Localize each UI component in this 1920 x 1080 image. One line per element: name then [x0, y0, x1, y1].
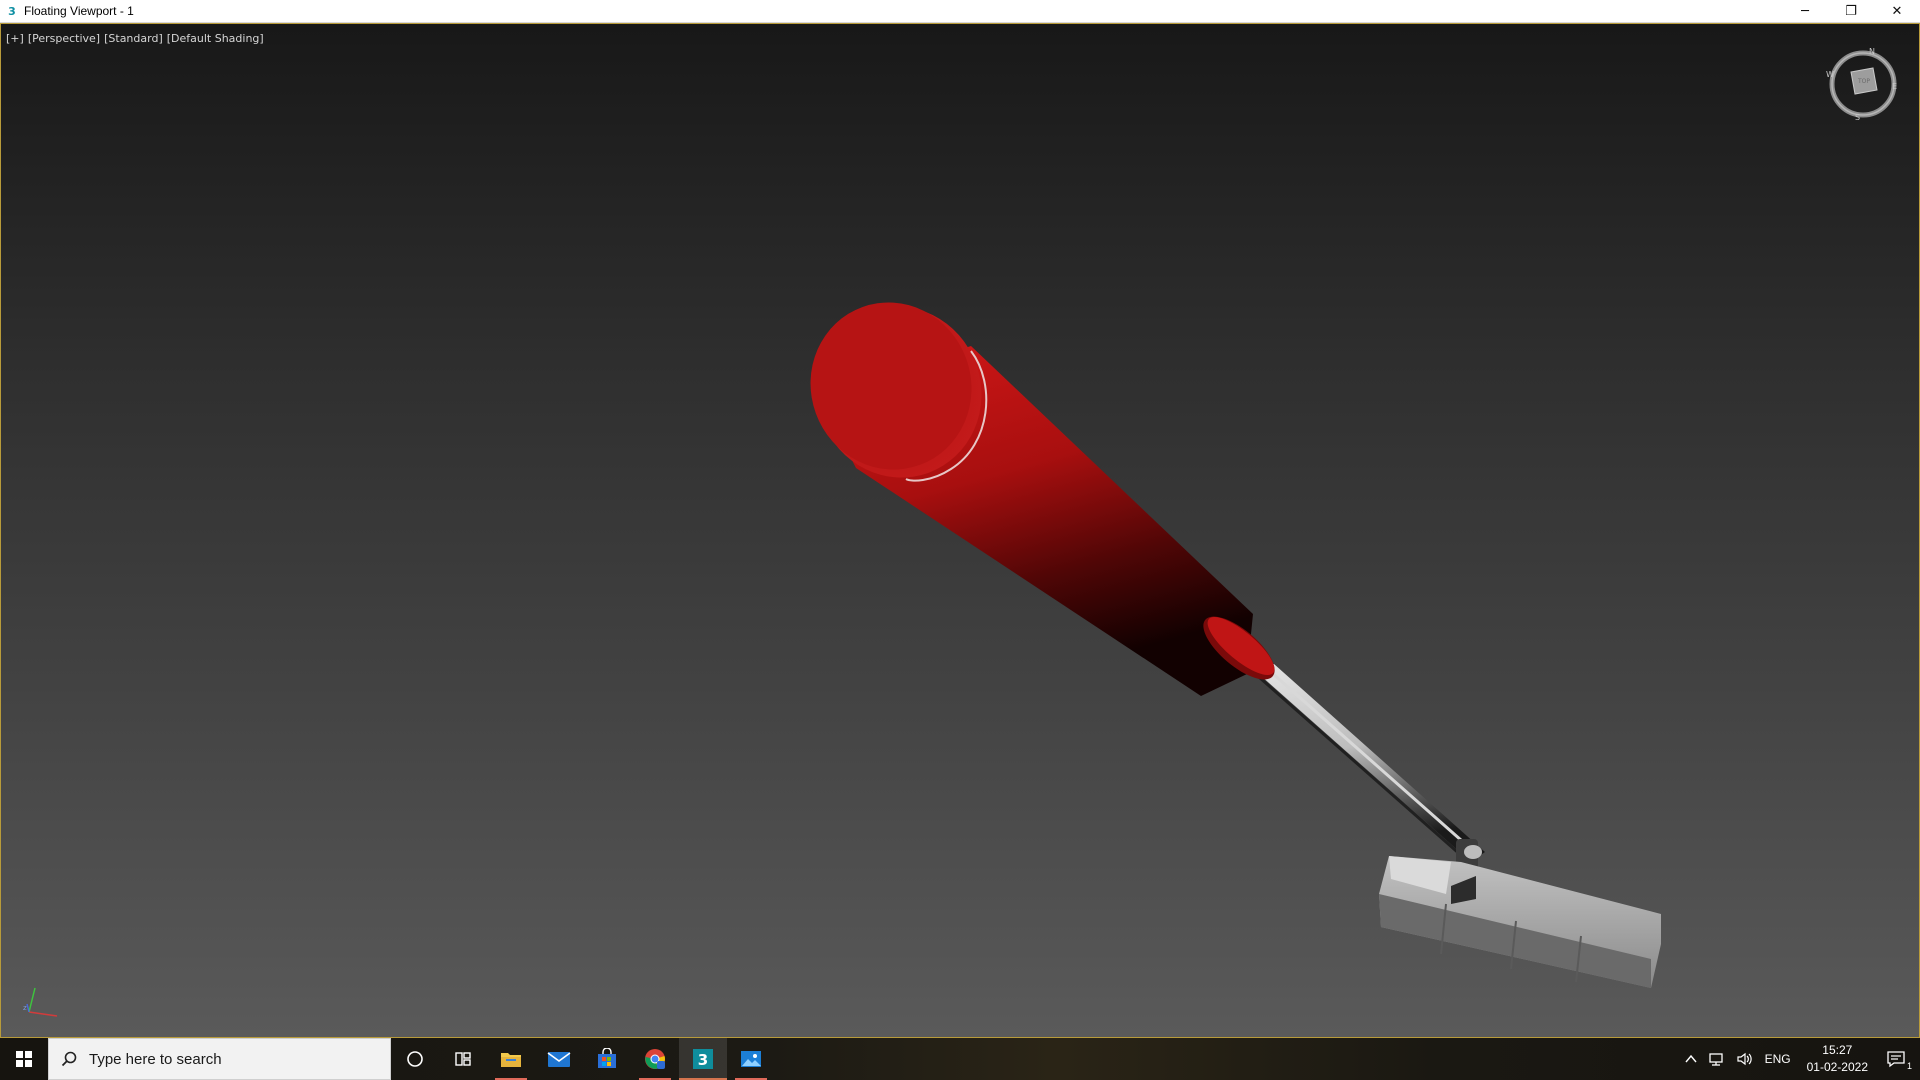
window-title: Floating Viewport - 1: [24, 4, 134, 18]
language-indicator[interactable]: ENG: [1759, 1038, 1797, 1080]
3dsmax-icon: 3: [693, 1049, 713, 1069]
store-icon: [598, 1048, 616, 1068]
file-explorer-icon: [501, 1053, 521, 1067]
notification-icon: [1887, 1051, 1905, 1068]
cortana-button[interactable]: [391, 1038, 439, 1080]
speaker-icon: [1736, 1052, 1752, 1066]
compass-north: N: [1869, 47, 1875, 56]
svg-text:3: 3: [698, 1051, 708, 1069]
axis-tripod: z: [23, 987, 58, 1017]
title-bar: 3 Floating Viewport - 1 ─ ❐ ✕: [0, 0, 1920, 23]
notification-count-badge: 1: [1906, 1061, 1912, 1071]
3dsmax-app-icon[interactable]: 3: [6, 4, 18, 18]
compass-south: S: [1855, 113, 1860, 122]
compass-east: E: [1892, 82, 1897, 91]
network-icon: [1708, 1053, 1723, 1066]
volume-button[interactable]: [1731, 1038, 1759, 1080]
system-tray: ENG 15:27 01-02-2022 1: [1679, 1038, 1920, 1080]
chrome-button[interactable]: [631, 1038, 679, 1080]
mail-icon: [547, 1052, 571, 1067]
windows-logo-icon: [16, 1051, 32, 1067]
putter-shaft[interactable]: [1250, 663, 1485, 866]
taskbar-search[interactable]: [48, 1038, 391, 1080]
close-button[interactable]: ✕: [1874, 0, 1920, 23]
z-axis-label: z: [23, 1004, 27, 1012]
y-axis-line: [28, 987, 36, 1013]
mail-button[interactable]: [535, 1038, 583, 1080]
minimize-button[interactable]: ─: [1782, 0, 1828, 23]
taskbar: 3: [0, 1038, 1920, 1080]
viewcube[interactable]: TOP N S E W: [1825, 46, 1901, 122]
clock-date: 01-02-2022: [1806, 1060, 1868, 1074]
show-hidden-icons-button[interactable]: [1679, 1038, 1703, 1080]
3dsmax-button[interactable]: 3: [679, 1038, 727, 1080]
x-axis-line: [28, 1011, 58, 1017]
putter-head[interactable]: [1379, 856, 1661, 988]
search-input[interactable]: [89, 1050, 349, 1068]
search-icon: [61, 1051, 77, 1067]
task-view-button[interactable]: [439, 1038, 487, 1080]
store-button[interactable]: [583, 1038, 631, 1080]
clock[interactable]: 15:27 01-02-2022: [1797, 1038, 1878, 1080]
chevron-up-icon: [1685, 1054, 1697, 1063]
photos-button[interactable]: [727, 1038, 775, 1080]
network-button[interactable]: [1703, 1038, 1731, 1080]
cortana-icon: [407, 1051, 423, 1067]
file-explorer-button[interactable]: [487, 1038, 535, 1080]
viewport[interactable]: [+] [Perspective] [Standard] [Default Sh…: [0, 23, 1920, 1038]
chrome-icon: [645, 1049, 665, 1069]
scene-golf-putter[interactable]: [1, 24, 1919, 1037]
start-button[interactable]: [0, 1038, 48, 1080]
z-axis-line: [26, 1003, 30, 1013]
action-center-button[interactable]: 1: [1878, 1038, 1920, 1080]
photos-icon: [741, 1051, 761, 1067]
putter-grip[interactable]: [787, 280, 1284, 696]
window-controls: ─ ❐ ✕: [1782, 0, 1920, 23]
clock-time: 15:27: [1822, 1043, 1853, 1057]
compass-west: W: [1826, 70, 1834, 79]
viewcube-face-label: TOP: [1857, 78, 1870, 85]
restore-button[interactable]: ❐: [1828, 0, 1874, 23]
task-view-icon: [455, 1052, 471, 1066]
